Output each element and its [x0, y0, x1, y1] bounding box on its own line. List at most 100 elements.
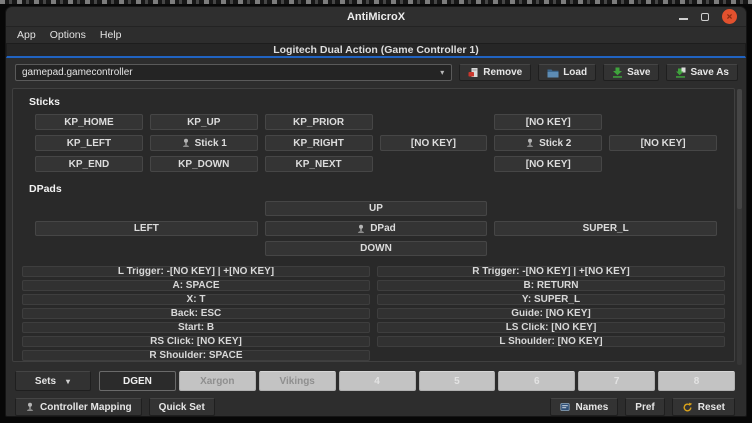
ls-click-binding[interactable]: LS Click: [NO KEY] [377, 322, 725, 333]
vertical-scrollbar[interactable] [737, 89, 742, 365]
save-as-label: Save As [690, 67, 729, 78]
empty-slot [377, 350, 725, 361]
set-tab-xargon[interactable]: Xargon [179, 371, 256, 391]
joystick-icon [356, 224, 366, 234]
menubar: App Options Help [6, 27, 746, 43]
maximize-icon[interactable] [701, 13, 709, 21]
folder-open-icon [547, 68, 559, 78]
remove-label: Remove [483, 67, 522, 78]
sticks-section-title: Sticks [29, 96, 727, 108]
pref-button[interactable]: Pref [625, 398, 664, 416]
set-tab-6[interactable]: 6 [498, 371, 575, 391]
stick2-button[interactable]: Stick 2 [494, 135, 602, 151]
dpad-left-binding[interactable]: LEFT [35, 221, 258, 236]
back-button-binding[interactable]: Back: ESC [22, 308, 370, 319]
dpad-up-binding[interactable]: UP [265, 201, 488, 216]
stick2-up-binding[interactable]: [NO KEY] [494, 114, 602, 130]
load-button[interactable]: Load [538, 64, 596, 81]
sets-dropdown[interactable]: Sets ▾ [15, 371, 91, 391]
dpad-grid: UP LEFT DPad SUPER_L DOWN [35, 201, 717, 256]
titlebar: AntiMicroX [6, 7, 746, 27]
save-as-icon [675, 67, 686, 78]
l-shoulder-binding[interactable]: L Shoulder: [NO KEY] [377, 336, 725, 347]
quick-set-label: Quick Set [159, 402, 205, 413]
button-bindings-grid: L Trigger: -[NO KEY] | +[NO KEY] R Trigg… [22, 266, 725, 361]
set-tab-7[interactable]: 7 [578, 371, 655, 391]
stick2-left-binding[interactable]: [NO KEY] [380, 135, 488, 151]
start-button-binding[interactable]: Start: B [22, 322, 370, 333]
mapping-groupbox: Sticks KP_HOME KP_UP KP_PRIOR [NO KEY] K… [12, 88, 735, 362]
stick2-down-binding[interactable]: [NO KEY] [494, 156, 602, 172]
footer-bar: Controller Mapping Quick Set Names Pref … [15, 398, 735, 416]
set-tab-dgen[interactable]: DGEN [99, 371, 176, 391]
save-label: Save [627, 67, 650, 78]
stick1-down-binding[interactable]: KP_DOWN [150, 156, 258, 172]
pref-label: Pref [635, 402, 654, 413]
profile-combobox[interactable]: gamepad.gamecontroller ▾ [15, 64, 452, 81]
reset-icon [682, 402, 693, 413]
dpad-label: DPad [370, 223, 396, 234]
joystick-icon [525, 138, 535, 148]
reset-button[interactable]: Reset [672, 398, 735, 416]
stick1-down-right-binding[interactable]: KP_NEXT [265, 156, 373, 172]
window-title: AntiMicroX [6, 11, 746, 23]
a-button-binding[interactable]: A: SPACE [22, 280, 370, 291]
stick1-label: Stick 1 [195, 138, 227, 149]
guide-button-binding[interactable]: Guide: [NO KEY] [377, 308, 725, 319]
r-shoulder-binding[interactable]: R Shoulder: SPACE [22, 350, 370, 361]
x-button-binding[interactable]: X: T [22, 294, 370, 305]
stick1-right-binding[interactable]: KP_RIGHT [265, 135, 373, 151]
stick1-left-binding[interactable]: KP_LEFT [35, 135, 143, 151]
dpads-section-title: DPads [29, 183, 727, 195]
sticks-grid: KP_HOME KP_UP KP_PRIOR [NO KEY] KP_LEFT … [35, 114, 717, 172]
stick1-up-right-binding[interactable]: KP_PRIOR [265, 114, 373, 130]
controller-tabbar: Logitech Dual Action (Game Controller 1) [6, 43, 746, 58]
quick-set-button[interactable]: Quick Set [149, 398, 215, 416]
rs-click-binding[interactable]: RS Click: [NO KEY] [22, 336, 370, 347]
profile-toolbar: gamepad.gamecontroller ▾ Remove Load Sav… [6, 58, 746, 81]
menu-help[interactable]: Help [93, 29, 129, 41]
window-controls [679, 9, 746, 24]
sets-label: Sets [35, 376, 56, 387]
chevron-down-icon: ▾ [66, 377, 71, 386]
names-icon [560, 402, 570, 412]
set-tab-4[interactable]: 4 [339, 371, 416, 391]
save-as-button[interactable]: Save As [666, 64, 738, 81]
controller-mapping-button[interactable]: Controller Mapping [15, 398, 142, 416]
load-label: Load [563, 67, 587, 78]
stick1-button[interactable]: Stick 1 [150, 135, 258, 151]
save-icon [612, 67, 623, 78]
reset-label: Reset [698, 402, 725, 413]
y-button-binding[interactable]: Y: SUPER_L [377, 294, 725, 305]
profile-value: gamepad.gamecontroller [22, 67, 440, 78]
antimicrox-window: AntiMicroX App Options Help Logitech Dua… [5, 6, 747, 417]
joystick-icon [25, 402, 35, 412]
set-tab-5[interactable]: 5 [419, 371, 496, 391]
dpad-down-binding[interactable]: DOWN [265, 241, 488, 256]
r-trigger-binding[interactable]: R Trigger: -[NO KEY] | +[NO KEY] [377, 266, 725, 277]
dpad-right-binding[interactable]: SUPER_L [494, 221, 717, 236]
save-button[interactable]: Save [603, 64, 659, 81]
controller-mapping-label: Controller Mapping [40, 402, 132, 413]
set-tab-vikings[interactable]: Vikings [259, 371, 336, 391]
stick2-label: Stick 2 [539, 138, 571, 149]
b-button-binding[interactable]: B: RETURN [377, 280, 725, 291]
stick2-right-binding[interactable]: [NO KEY] [609, 135, 717, 151]
l-trigger-binding[interactable]: L Trigger: -[NO KEY] | +[NO KEY] [22, 266, 370, 277]
sets-row: Sets ▾ DGEN Xargon Vikings 4 5 6 7 8 [15, 371, 735, 391]
tab-controller[interactable]: Logitech Dual Action (Game Controller 1) [273, 44, 479, 56]
scrollbar-thumb[interactable] [737, 89, 742, 209]
set-tab-8[interactable]: 8 [658, 371, 735, 391]
remove-button[interactable]: Remove [459, 64, 531, 81]
chevron-down-icon: ▾ [440, 68, 445, 77]
desktop-background-pattern [0, 0, 752, 4]
dpad-button[interactable]: DPad [265, 221, 488, 236]
stick1-up-binding[interactable]: KP_UP [150, 114, 258, 130]
stick1-up-left-binding[interactable]: KP_HOME [35, 114, 143, 130]
stick1-down-left-binding[interactable]: KP_END [35, 156, 143, 172]
minimize-icon[interactable] [679, 18, 688, 20]
menu-app[interactable]: App [10, 29, 43, 41]
menu-options[interactable]: Options [43, 29, 93, 41]
close-icon[interactable] [722, 9, 737, 24]
names-button[interactable]: Names [550, 398, 618, 416]
